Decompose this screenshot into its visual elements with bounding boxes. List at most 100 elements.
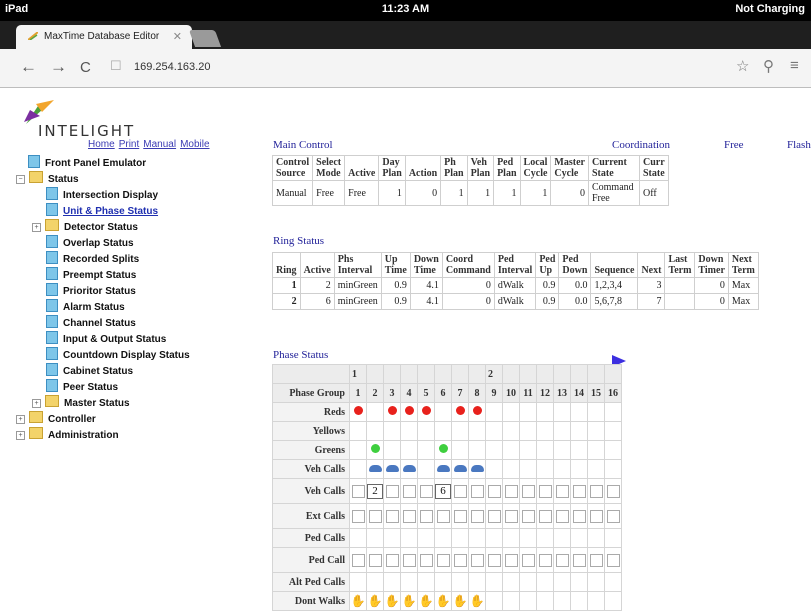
browser-tab[interactable]: MaxTime Database Editor ✕ [16,25,192,49]
tree-item-channel-status[interactable]: Channel Status [46,315,136,331]
ext-call-checkbox[interactable] [504,509,518,523]
veh-call-checkbox[interactable] [351,484,365,498]
tree-item-input-output-status[interactable]: Input & Output Status [46,331,166,347]
expand-icon[interactable]: + [32,223,41,232]
veh-call-checkbox[interactable] [589,484,603,498]
veh-call-checkbox[interactable] [385,484,399,498]
ped-call-checkbox[interactable] [555,553,569,567]
tree-item-overlap-status[interactable]: Overlap Status [46,235,134,251]
vehicle-icon [470,464,484,472]
menu-icon[interactable]: ≡ [790,57,799,74]
bookmark-star-icon[interactable]: ☆ [736,57,749,75]
veh-call-checkbox[interactable] [453,484,467,498]
ped-call-checkbox[interactable] [606,553,620,567]
tree-item-intersection-display[interactable]: Intersection Display [46,187,158,203]
home-link[interactable]: Home [88,139,115,150]
veh-call-checkbox[interactable]: 6 [435,483,451,499]
page-icon [46,267,58,280]
tree-item-preempt-status[interactable]: Preempt Status [46,267,136,283]
ped-call-checkbox[interactable] [436,553,450,567]
veh-call-checkbox[interactable] [504,484,518,498]
tree-status[interactable]: − Status [16,171,79,187]
phase-cell [451,421,469,441]
ring-col-header: Ped Up [535,252,560,278]
expand-icon[interactable]: + [16,415,25,424]
expand-icon[interactable]: + [16,431,25,440]
tree-item-countdown-display-status[interactable]: Countdown Display Status [46,347,190,363]
tree-item-alarm-status[interactable]: Alarm Status [46,299,125,315]
phase-group-cell [587,364,605,384]
veh-call-checkbox[interactable] [606,484,620,498]
tree-item-unit-phase-status[interactable]: Unit & Phase Status [46,203,158,219]
voice-search-icon[interactable]: ⚲ [763,57,774,75]
ped-call-checkbox[interactable] [521,553,535,567]
ped-call-checkbox[interactable] [385,553,399,567]
veh-call-checkbox[interactable]: 2 [367,483,383,499]
veh-call-checkbox[interactable] [419,484,433,498]
ext-call-checkbox[interactable] [555,509,569,523]
veh-call-checkbox[interactable] [555,484,569,498]
manual-link[interactable]: Manual [143,139,176,150]
tree-item-prioritor-status[interactable]: Prioritor Status [46,283,136,299]
ring-cell: 4.1 [409,277,443,294]
tree-item-cabinet-status[interactable]: Cabinet Status [46,363,133,379]
new-tab-button[interactable] [188,30,222,47]
veh-call-checkbox[interactable] [521,484,535,498]
tree-controller[interactable]: + Controller [16,411,96,427]
ext-call-checkbox[interactable] [368,509,382,523]
ext-call-checkbox[interactable] [453,509,467,523]
ext-call-checkbox[interactable] [572,509,586,523]
tree-item-master-status[interactable]: + Master Status [32,395,130,411]
ped-call-checkbox[interactable] [470,553,484,567]
ext-call-checkbox[interactable] [589,509,603,523]
ext-call-checkbox[interactable] [385,509,399,523]
print-link[interactable]: Print [119,139,140,150]
ext-call-checkbox[interactable] [419,509,433,523]
ext-call-checkbox[interactable] [521,509,535,523]
veh-call-checkbox[interactable] [470,484,484,498]
expand-icon[interactable]: + [32,399,41,408]
page-icon [46,187,58,200]
reload-icon[interactable]: C [80,59,91,76]
ext-call-checkbox[interactable] [436,509,450,523]
tree-front-panel[interactable]: Front Panel Emulator [28,155,146,171]
tree-item-detector-status[interactable]: + Detector Status [32,219,138,235]
tree-item-peer-status[interactable]: Peer Status [46,379,118,395]
phase-cell [485,440,503,460]
address-bar[interactable]: ☐ 169.254.163.20 [104,56,752,78]
veh-call-checkbox[interactable] [572,484,586,498]
veh-call-checkbox[interactable] [487,484,501,498]
ped-call-checkbox[interactable] [487,553,501,567]
tree-item-recorded-splits[interactable]: Recorded Splits [46,251,139,267]
ped-call-checkbox[interactable] [504,553,518,567]
back-icon[interactable]: ← [20,57,37,77]
ext-call-checkbox[interactable] [538,509,552,523]
ped-call-checkbox[interactable] [572,553,586,567]
collapse-icon[interactable]: − [16,175,25,184]
ext-call-checkbox[interactable] [470,509,484,523]
veh-call-checkbox[interactable] [402,484,416,498]
phase-number: 15 [587,383,605,403]
battery-status: Not Charging [735,3,805,15]
ring-cell: dWalk [493,293,537,310]
ext-call-checkbox[interactable] [402,509,416,523]
ped-call-checkbox[interactable] [368,553,382,567]
close-tab-icon[interactable]: ✕ [173,30,182,43]
ped-call-checkbox[interactable] [538,553,552,567]
ped-call-checkbox[interactable] [351,553,365,567]
ext-call-checkbox[interactable] [351,509,365,523]
mobile-link[interactable]: Mobile [180,139,209,150]
ped-call-checkbox[interactable] [402,553,416,567]
phase-cell [434,421,452,441]
phase-cell [553,591,571,611]
ped-call-checkbox[interactable] [589,553,603,567]
tree-administration[interactable]: + Administration [16,427,119,443]
veh-call-checkbox[interactable] [538,484,552,498]
ext-call-checkbox[interactable] [487,509,501,523]
ped-call-checkbox[interactable] [419,553,433,567]
phase-cell [587,591,605,611]
phase-cell [451,528,469,548]
forward-icon[interactable]: → [50,57,67,77]
ped-call-checkbox[interactable] [453,553,467,567]
ext-call-checkbox[interactable] [606,509,620,523]
